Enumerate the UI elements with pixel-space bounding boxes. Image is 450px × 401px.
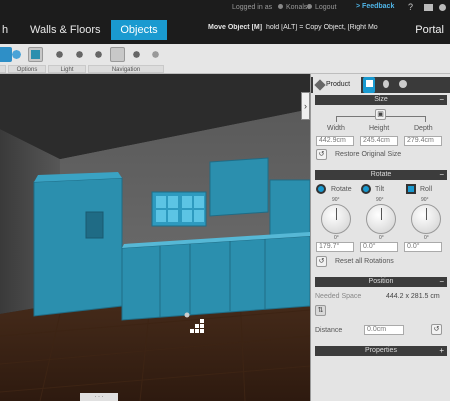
move-icon: ⇅	[317, 307, 324, 314]
room-scene	[0, 74, 310, 401]
width-label: Width	[327, 125, 345, 132]
tab-object-icon[interactable]	[363, 77, 375, 93]
panel-tabs: Product	[311, 77, 450, 93]
logout-link[interactable]: Logout	[315, 4, 336, 11]
3d-viewport[interactable]: › · · ·	[0, 74, 310, 401]
properties-header[interactable]: Properties +	[315, 346, 447, 356]
logged-in-label: Logged in as	[232, 4, 273, 11]
needed-space-label: Needed Space	[315, 293, 362, 300]
tilt-field[interactable]: 0.0°	[360, 242, 398, 252]
collapse-icon[interactable]: −	[439, 170, 444, 180]
reset-distance-button[interactable]: ↺	[431, 324, 442, 335]
position-mode-button[interactable]: ⇅	[315, 305, 326, 316]
dial-top-label: 90°	[376, 197, 384, 203]
tab-light[interactable]	[380, 77, 390, 93]
size-header[interactable]: Size −	[315, 95, 447, 105]
tilt-dial[interactable]	[366, 204, 396, 234]
group-light: Light	[48, 65, 86, 73]
right-wall-cabinet[interactable]	[269, 179, 310, 237]
feedback-link[interactable]: > Feedback	[356, 3, 394, 10]
top-bar: h Walls & Floors Objects Logged in as Ko…	[0, 0, 450, 44]
position-header[interactable]: Position −	[315, 277, 447, 287]
undo-icon: ↺	[318, 151, 325, 158]
user-icon	[278, 4, 283, 9]
panel-collapse-button[interactable]: ›	[301, 92, 310, 120]
oven[interactable]	[85, 211, 104, 239]
dial-bottom-label: 0°	[379, 235, 384, 241]
tilt-label: Tilt	[375, 186, 385, 193]
collapse-icon[interactable]: −	[439, 95, 444, 105]
group-options: Options	[8, 65, 46, 73]
expand-icon[interactable]: +	[439, 346, 444, 356]
roll-field[interactable]: 0.0°	[404, 242, 442, 252]
collapse-icon[interactable]: −	[439, 277, 444, 287]
rotate-label: Rotate	[331, 186, 352, 193]
range-hood[interactable]	[209, 157, 269, 217]
restore-size-label[interactable]: Restore Original Size	[335, 151, 401, 158]
dial-top-label: 90°	[332, 197, 340, 203]
logout-icon	[307, 4, 312, 9]
rotate-header[interactable]: Rotate −	[315, 170, 447, 180]
dial-bottom-label: 0°	[334, 235, 339, 241]
bulb-icon	[383, 80, 389, 88]
rotate-view-icon[interactable]	[148, 47, 163, 62]
roll-icon	[406, 184, 416, 194]
bottom-handle[interactable]: · · ·	[80, 393, 118, 401]
tab-product[interactable]: Product	[313, 77, 361, 93]
tab-partial[interactable]: h	[0, 20, 16, 40]
undo-icon: ↺	[318, 258, 325, 265]
height-label: Height	[369, 125, 390, 132]
tab-material[interactable]	[396, 77, 407, 93]
group-navigation: Navigation	[88, 65, 164, 73]
tilt-icon	[361, 184, 371, 194]
properties-panel: Product Size − ▣ Width Height Depth 442.9…	[310, 74, 450, 401]
dial-top-label: 90°	[421, 197, 429, 203]
bulb-icon[interactable]	[52, 47, 67, 62]
tab-objects[interactable]: Objects	[111, 20, 167, 40]
spot-icon[interactable]	[91, 47, 106, 62]
camera-icon[interactable]	[9, 47, 24, 62]
reset-rotations-label[interactable]: Reset all Rotations	[335, 258, 394, 265]
cube-view-icon[interactable]	[28, 47, 43, 62]
distance-label: Distance	[315, 327, 343, 334]
group-edge	[0, 65, 6, 73]
roll-dial[interactable]	[411, 204, 441, 234]
pivot-marker	[184, 312, 190, 318]
window-icon[interactable]	[424, 4, 433, 11]
lock-icon: ▣	[377, 111, 384, 118]
user-name[interactable]: Konalst	[286, 4, 309, 11]
depth-label: Depth	[414, 125, 433, 132]
lamp-icon[interactable]	[72, 47, 87, 62]
account-icon[interactable]	[439, 4, 446, 11]
portal-link[interactable]: Portal	[415, 24, 444, 36]
help-button[interactable]: ?	[408, 2, 413, 12]
lock-proportions-button[interactable]: ▣	[375, 109, 386, 120]
reset-rotations-button[interactable]: ↺	[316, 256, 327, 267]
base-cabinets[interactable]	[121, 235, 310, 321]
depth-field[interactable]: 279.4cm	[404, 136, 442, 146]
restore-size-button[interactable]: ↺	[316, 149, 327, 160]
cube-icon	[31, 50, 40, 59]
rotate-field[interactable]: 179.7°	[316, 242, 354, 252]
undo-icon: ↺	[433, 326, 440, 333]
tab-walls-floors[interactable]: Walls & Floors	[22, 20, 109, 40]
action-hint: Move Object [M] hold [ALT] = Copy Object…	[208, 24, 378, 31]
tag-icon	[314, 79, 326, 91]
hand-icon[interactable]	[110, 47, 125, 62]
toolbar: Options Light Navigation	[0, 44, 450, 74]
palette-icon	[399, 80, 407, 88]
roll-label: Roll	[420, 186, 433, 193]
height-field[interactable]: 245.4cm	[360, 136, 398, 146]
width-field[interactable]: 442.9cm	[316, 136, 354, 146]
zoom-icon[interactable]	[129, 47, 144, 62]
distance-field[interactable]: 0.0cm	[364, 325, 404, 335]
needed-space-value: 444.2 x 281.5 cm	[386, 293, 440, 300]
rotate-dial[interactable]	[321, 204, 351, 234]
dial-bottom-label: 0°	[424, 235, 429, 241]
rotate-icon	[316, 184, 326, 194]
cube-icon	[366, 80, 373, 87]
tall-cabinet[interactable]	[33, 177, 123, 317]
